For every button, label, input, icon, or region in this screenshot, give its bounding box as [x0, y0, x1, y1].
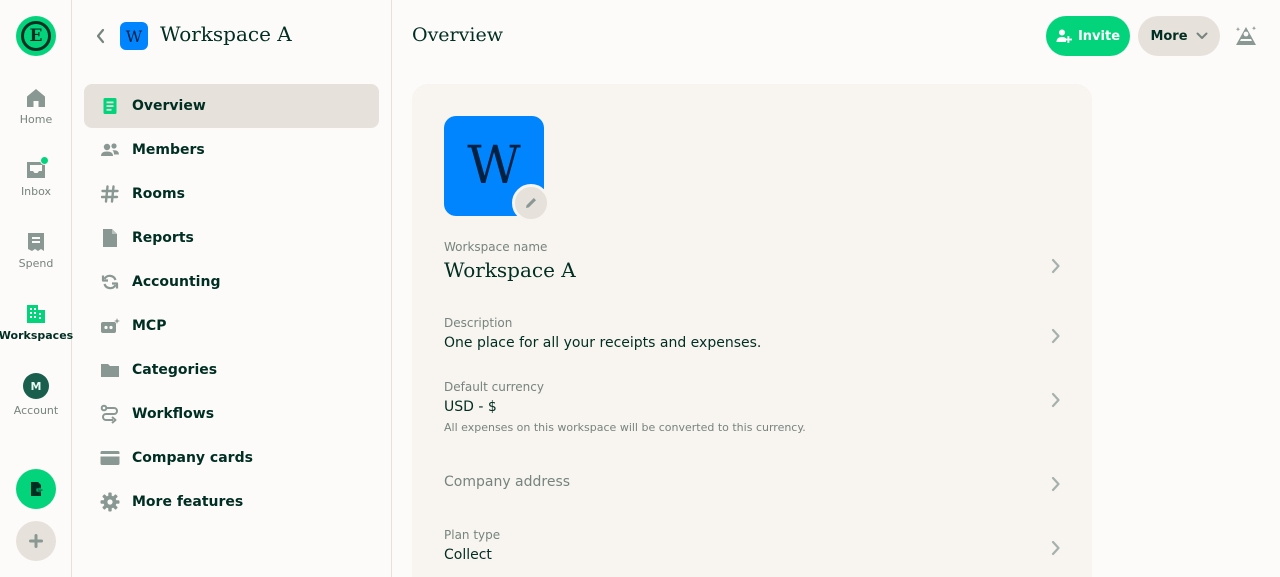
invite-label: Invite — [1077, 28, 1121, 44]
field-label: Default currency — [444, 380, 544, 394]
menu-label: Categories — [132, 362, 218, 378]
logo-letter: E — [21, 21, 51, 51]
invite-button[interactable]: Invite — [1046, 16, 1130, 56]
workspace-name-value: Workspace A — [444, 258, 576, 282]
add-user-icon — [1056, 29, 1072, 43]
gear-icon — [100, 492, 120, 512]
nav-label-account: Account — [13, 404, 59, 417]
hashtag-icon — [100, 184, 120, 204]
create-expense-button[interactable] — [16, 469, 56, 509]
menu-label: Rooms — [132, 186, 185, 202]
plan-type-value: Collect — [444, 547, 492, 563]
document-icon — [100, 96, 120, 116]
default-currency-row[interactable]: Default currency USD - $ All expenses on… — [444, 380, 1064, 442]
home-icon — [24, 86, 48, 110]
description-row[interactable]: Description One place for all your recei… — [444, 316, 1064, 362]
menu-item-categories[interactable]: Categories — [84, 348, 379, 392]
workspace-title: Workspace A — [160, 22, 292, 46]
nav-label-workspaces: Workspaces — [0, 329, 74, 342]
pencil-icon — [526, 198, 536, 208]
menu-item-overview[interactable]: Overview — [84, 84, 379, 128]
chevron-right-icon — [1048, 476, 1064, 492]
global-nav-rail: E Home Inbox Spend Workspaces M Account — [0, 0, 74, 577]
menu-label: Reports — [132, 230, 194, 246]
chevron-right-icon — [1048, 258, 1064, 274]
chevron-down-icon — [1196, 32, 1208, 39]
company-address-row[interactable]: Company address — [444, 474, 1064, 496]
menu-label: Overview — [132, 98, 206, 114]
users-icon — [100, 140, 120, 160]
menu-label: Company cards — [132, 450, 253, 466]
expensify-logo[interactable]: E — [16, 16, 56, 56]
company-address-placeholder: Company address — [444, 474, 571, 490]
menu-label: MCP — [132, 318, 167, 334]
more-label: More — [1150, 28, 1188, 44]
workspace-name-row[interactable]: Workspace name Workspace A — [444, 240, 1064, 300]
nav-item-spend[interactable]: Spend — [0, 230, 72, 270]
sync-icon — [100, 272, 120, 292]
menu-item-workflows[interactable]: Workflows — [84, 392, 379, 436]
menu-item-reports[interactable]: Reports — [84, 216, 379, 260]
overview-card: W Workspace name Workspace A Description… — [412, 84, 1092, 577]
plan-type-row[interactable]: Plan type Collect — [444, 528, 1064, 574]
more-button[interactable]: More — [1138, 16, 1220, 56]
nav-item-workspaces[interactable]: Workspaces — [0, 302, 74, 342]
menu-item-rooms[interactable]: Rooms — [84, 172, 379, 216]
chevron-right-icon — [1048, 540, 1064, 556]
nav-item-account[interactable]: M Account — [0, 373, 72, 417]
currency-hint: All expenses on this workspace will be c… — [444, 421, 806, 434]
credit-card-icon — [100, 448, 120, 468]
currency-value: USD - $ — [444, 399, 497, 415]
menu-item-members[interactable]: Members — [84, 128, 379, 172]
description-value: One place for all your receipts and expe… — [444, 335, 762, 351]
folder-icon — [100, 360, 120, 380]
building-icon — [24, 302, 48, 326]
chevron-right-icon — [1048, 328, 1064, 344]
nav-label-home: Home — [19, 113, 53, 126]
back-button[interactable] — [92, 26, 108, 46]
workspace-header: W Workspace A — [72, 0, 392, 72]
chevron-left-icon — [96, 28, 105, 44]
page-title: Overview — [412, 24, 503, 46]
nav-label-inbox: Inbox — [20, 185, 52, 198]
main-content: Overview Invite More W Workspace name Wo… — [392, 0, 1280, 577]
receipt-icon — [24, 230, 48, 254]
file-icon — [100, 228, 120, 248]
workspace-badge: W — [120, 22, 148, 50]
field-label: Description — [444, 316, 513, 330]
trophy-icon[interactable] — [1234, 24, 1258, 48]
plus-icon — [29, 534, 43, 548]
nav-label-spend: Spend — [18, 257, 54, 270]
field-label: Workspace name — [444, 240, 548, 254]
unread-dot — [40, 156, 49, 165]
menu-item-company-cards[interactable]: Company cards — [84, 436, 379, 480]
nav-item-inbox[interactable]: Inbox — [0, 156, 72, 198]
edit-avatar-button[interactable] — [512, 184, 550, 222]
new-receipt-icon — [31, 482, 44, 496]
add-button[interactable] — [16, 521, 56, 561]
field-label: Plan type — [444, 528, 501, 542]
avatar: M — [23, 373, 49, 399]
nav-item-home[interactable]: Home — [0, 86, 72, 126]
menu-item-accounting[interactable]: Accounting — [84, 260, 379, 304]
chevron-right-icon — [1048, 392, 1064, 408]
robot-icon — [100, 316, 120, 336]
inbox-icon — [24, 156, 49, 182]
menu-label: Workflows — [132, 406, 215, 422]
menu-label: Accounting — [132, 274, 221, 290]
workspace-sidebar: W Workspace A Overview Members Rooms Rep… — [72, 0, 392, 577]
menu-label: Members — [132, 142, 205, 158]
menu-item-more-features[interactable]: More features — [84, 480, 379, 524]
menu-item-mcp[interactable]: MCP — [84, 304, 379, 348]
menu-label: More features — [132, 494, 244, 510]
workflow-icon — [100, 404, 120, 424]
